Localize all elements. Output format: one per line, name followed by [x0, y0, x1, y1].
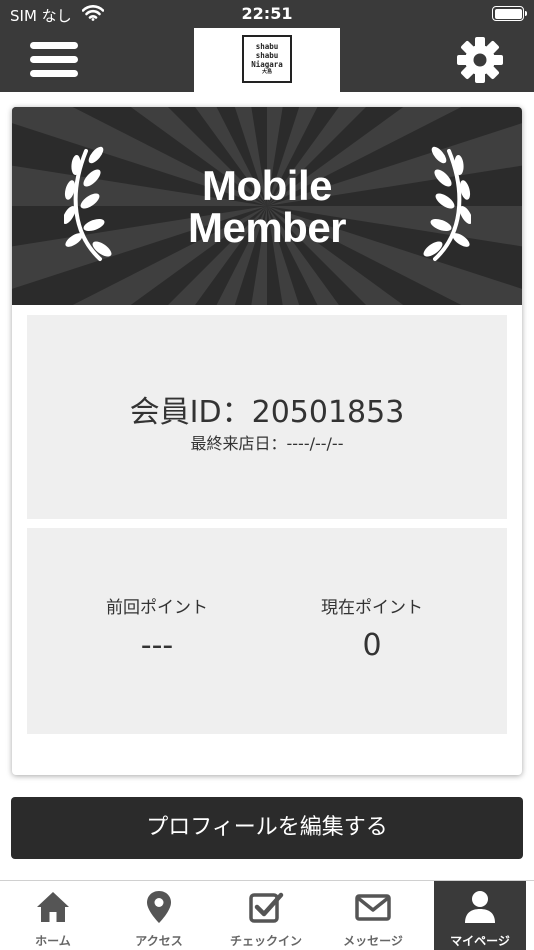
member-id: 会員ID：20501853: [129, 395, 405, 430]
status-bar: SIM なし 22:51: [0, 0, 534, 28]
tab-mypage-label: マイページ: [450, 934, 510, 948]
previous-points-value: ---: [140, 628, 174, 663]
logo-subtext: 大島: [261, 69, 272, 75]
tab-home-label: ホーム: [35, 934, 71, 948]
logo-mark: shabu shabu Niagara 大島: [242, 35, 292, 83]
hamburger-menu-icon[interactable]: [30, 40, 78, 80]
logo-line: shabu: [255, 51, 279, 60]
map-pin-icon: [147, 891, 171, 923]
member-banner: Mobile Member: [12, 107, 522, 305]
tab-message[interactable]: メッセージ: [320, 881, 426, 950]
current-points-label: 現在ポイント: [321, 598, 423, 618]
laurel-right-icon: [423, 146, 471, 261]
logo-line: Niagara: [251, 60, 283, 69]
member-info-panel: 会員ID：20501853 最終来店日：----/--/--: [27, 315, 507, 519]
user-icon: [465, 891, 495, 923]
edit-profile-button[interactable]: プロフィールを編集する: [11, 797, 523, 859]
bottom-tab-bar: ホーム アクセス チェックイン メッセージ マイページ: [0, 880, 534, 950]
tab-checkin-label: チェックイン: [229, 934, 302, 948]
tab-access[interactable]: アクセス: [106, 881, 212, 950]
tab-mypage[interactable]: マイページ: [434, 881, 526, 950]
gear-icon[interactable]: [455, 35, 505, 85]
logo-line: shabu: [255, 42, 279, 51]
checkbox-icon: [249, 892, 284, 923]
clock: 22:51: [241, 4, 293, 23]
envelope-icon: [355, 894, 391, 921]
current-points: 現在ポイント 0: [252, 593, 492, 663]
brand-logo[interactable]: shabu shabu Niagara 大島: [194, 28, 340, 92]
tab-message-label: メッセージ: [343, 934, 403, 948]
previous-points-label: 前回ポイント: [106, 598, 208, 618]
home-icon: [37, 892, 69, 922]
tab-checkin[interactable]: チェックイン: [213, 881, 319, 950]
member-card: Mobile Member 会員ID：20501853 最終来店日：----/-…: [12, 107, 522, 775]
current-points-value: 0: [362, 628, 382, 663]
battery-icon: [492, 6, 527, 21]
app-header: shabu shabu Niagara 大島: [0, 28, 534, 92]
points-panel: 前回ポイント --- 現在ポイント 0: [27, 528, 507, 734]
last-visit-date: 最終来店日：----/--/--: [190, 434, 344, 453]
previous-points: 前回ポイント ---: [37, 593, 277, 663]
tab-access-label: アクセス: [135, 934, 183, 948]
tab-home[interactable]: ホーム: [0, 881, 106, 950]
